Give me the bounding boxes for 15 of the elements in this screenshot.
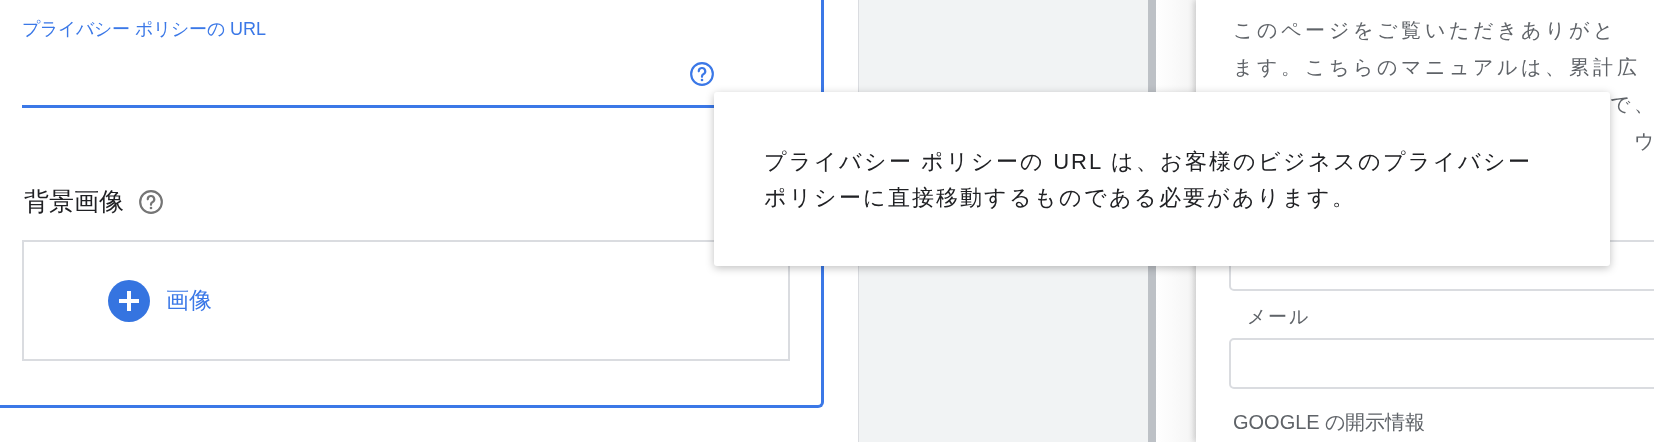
section-heading: 背景画像 [24, 186, 124, 217]
help-icon[interactable] [689, 61, 715, 87]
add-image-button[interactable]: 画像 [166, 285, 212, 316]
tooltip-text: プライバシー ポリシーの URL は、お客様のビジネスのプライバシーポリシーに直接移動するものである必要があります。 [764, 148, 1533, 212]
field-label: メール [1247, 305, 1311, 329]
section-heading: GOOGLE の開示情報 [1233, 410, 1427, 435]
privacy-url-field[interactable]: プライバシー ポリシーの URL [22, 0, 715, 108]
input-field[interactable] [1229, 338, 1654, 389]
add-icon[interactable] [108, 279, 150, 322]
intro-text: ウ [1634, 129, 1654, 154]
help-icon[interactable] [138, 188, 164, 215]
intro-text: このページをご覧いただきありがと [1233, 18, 1618, 43]
intro-text: で、 [1610, 92, 1654, 117]
intro-text: ます。こちらのマニュアルは、累計広 [1233, 55, 1642, 80]
field-label: プライバシー ポリシーの URL [22, 18, 266, 41]
